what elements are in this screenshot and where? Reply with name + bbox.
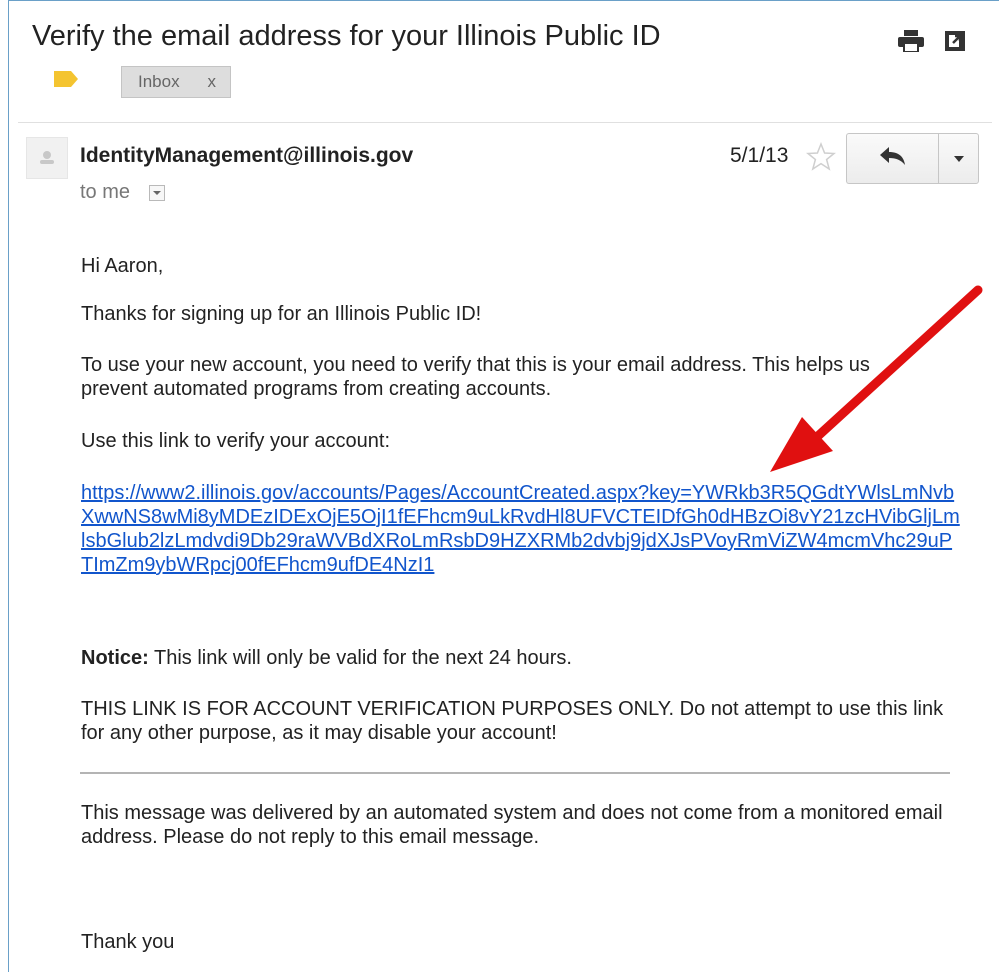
verification-warning: THIS LINK IS FOR ACCOUNT VERIFICATION PU… bbox=[81, 698, 944, 744]
new-window-icon[interactable] bbox=[944, 30, 966, 57]
email-subject: Verify the email address for your Illino… bbox=[32, 20, 661, 52]
verification-link[interactable]: https://www2.illinois.gov/accounts/Pages… bbox=[81, 481, 961, 577]
verify-paragraph: To use your new account, you need to ver… bbox=[81, 354, 870, 400]
printer-icon[interactable] bbox=[898, 30, 924, 57]
reply-arrow-icon bbox=[879, 146, 907, 171]
more-actions-button[interactable] bbox=[938, 133, 979, 184]
message-date: 5/1/13 bbox=[730, 144, 789, 167]
greeting: Hi Aaron, bbox=[81, 255, 164, 277]
thanks-line: Thanks for signing up for an Illinois Pu… bbox=[81, 303, 482, 325]
notice-text: This link will only be valid for the nex… bbox=[148, 647, 572, 669]
show-details-dropdown[interactable] bbox=[149, 185, 165, 201]
recipient-summary: to me bbox=[80, 181, 131, 203]
automated-disclaimer: This message was delivered by an automat… bbox=[81, 802, 943, 848]
reply-button[interactable] bbox=[846, 133, 939, 184]
closing: Thank you bbox=[81, 931, 175, 953]
remove-label-button[interactable]: x bbox=[208, 72, 217, 92]
dropdown-caret-icon bbox=[953, 150, 965, 168]
notice-line: Notice: This link will only be valid for… bbox=[81, 646, 572, 670]
star-icon[interactable] bbox=[806, 141, 836, 177]
label-tag-icon bbox=[54, 71, 78, 92]
inbox-label-text: Inbox bbox=[138, 72, 180, 91]
sender-address[interactable]: IdentityManagement@illinois.gov bbox=[80, 144, 413, 168]
person-avatar-icon bbox=[26, 137, 68, 179]
header-divider bbox=[18, 122, 992, 123]
inbox-label-chip[interactable]: Inbox x bbox=[121, 66, 231, 98]
use-link-instruction: Use this link to verify your account: bbox=[81, 430, 391, 452]
footer-divider bbox=[80, 772, 950, 774]
notice-label: Notice: bbox=[81, 647, 149, 669]
